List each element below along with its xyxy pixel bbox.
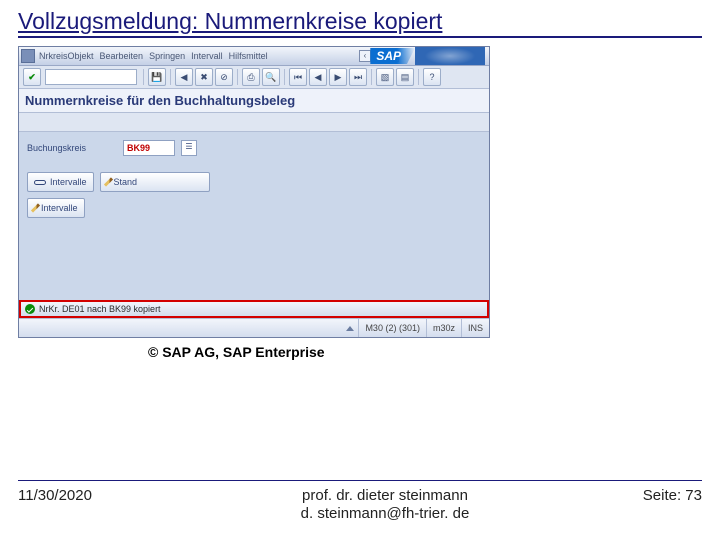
- exit-icon[interactable]: ✖: [195, 68, 213, 86]
- image-caption: © SAP AG, SAP Enterprise: [148, 344, 702, 360]
- page-title: Nummernkreise für den Buchhaltungsbeleg: [25, 93, 295, 108]
- app-toolbar: [19, 113, 489, 132]
- menu-bearbeiten[interactable]: Bearbeiten: [100, 51, 144, 61]
- back-icon[interactable]: ◀: [175, 68, 193, 86]
- help-icon[interactable]: ?: [423, 68, 441, 86]
- status-message: NrKr. DE01 nach BK99 kopiert: [39, 304, 161, 314]
- change-intervals-button[interactable]: Intervalle: [27, 198, 85, 218]
- menu-intervall[interactable]: Intervall: [191, 51, 223, 61]
- status-bar: NrKr. DE01 nach BK99 kopiert: [19, 300, 489, 318]
- pencil-icon: [31, 203, 40, 212]
- find-icon[interactable]: 🔍: [262, 68, 280, 86]
- menu-hilfsmittel[interactable]: Hilfsmittel: [229, 51, 268, 61]
- sap-window: NrkreisObjekt Bearbeiten Springen Interv…: [18, 46, 490, 338]
- prev-page-icon[interactable]: ◀: [309, 68, 327, 86]
- layout-icon[interactable]: ▤: [396, 68, 414, 86]
- company-code-label: Buchungskreis: [27, 143, 117, 153]
- slide-title: Vollzugsmeldung: Nummernkreise kopiert: [18, 8, 702, 38]
- menu-collapse-icon[interactable]: ‹: [359, 50, 371, 62]
- sys-client: M30 (2) (301): [358, 319, 426, 337]
- next-page-icon[interactable]: ▶: [329, 68, 347, 86]
- print-icon[interactable]: ⎙: [242, 68, 260, 86]
- last-page-icon[interactable]: ⏭: [349, 68, 367, 86]
- page-title-bar: Nummernkreise für den Buchhaltungsbeleg: [19, 89, 489, 113]
- footer-email: d. steinmann@fh-trier. de: [158, 505, 612, 524]
- slide-footer: 11/30/2020 prof. dr. dieter steinmann d.…: [18, 480, 702, 525]
- sap-logo: SAP: [370, 47, 485, 65]
- footer-author: prof. dr. dieter steinmann: [158, 487, 612, 506]
- pencil-icon: [103, 177, 112, 186]
- change-intervals-label: Intervalle: [41, 203, 78, 213]
- company-code-input[interactable]: BK99: [123, 140, 175, 156]
- footer-page: Seite: 73: [612, 487, 702, 504]
- first-page-icon[interactable]: ⏮: [289, 68, 307, 86]
- menu-springen[interactable]: Springen: [149, 51, 185, 61]
- value-help-icon[interactable]: ☰: [181, 140, 197, 156]
- success-icon: [25, 304, 35, 314]
- display-intervals-label: Intervalle: [50, 177, 87, 187]
- glasses-icon: [34, 180, 46, 185]
- system-bar: M30 (2) (301) m30z INS: [19, 318, 489, 337]
- menu-nrkreisobjekt[interactable]: NrkreisObjekt: [39, 51, 94, 61]
- system-menu-icon[interactable]: [346, 326, 354, 331]
- sap-logo-text: SAP: [370, 48, 415, 64]
- sys-mode: INS: [461, 319, 489, 337]
- cancel-icon[interactable]: ⊘: [215, 68, 233, 86]
- sys-server: m30z: [426, 319, 461, 337]
- standard-toolbar: ✔ 💾 ◀ ✖ ⊘ ⎙ 🔍 ⏮ ◀ ▶ ⏭ ▧ ▤ ?: [19, 66, 489, 89]
- status-button-label: Stand: [114, 177, 138, 187]
- command-field[interactable]: [45, 69, 137, 85]
- footer-date: 11/30/2020: [18, 487, 158, 504]
- new-session-icon[interactable]: ▧: [376, 68, 394, 86]
- window-icon: [21, 49, 35, 63]
- status-button[interactable]: Stand: [100, 172, 210, 192]
- display-intervals-button[interactable]: Intervalle: [27, 172, 94, 192]
- screen-body: Buchungskreis BK99 ☰ Intervalle Stand I: [19, 132, 489, 300]
- save-icon[interactable]: 💾: [148, 68, 166, 86]
- menubar: NrkreisObjekt Bearbeiten Springen Interv…: [19, 47, 489, 66]
- enter-icon[interactable]: ✔: [23, 68, 41, 86]
